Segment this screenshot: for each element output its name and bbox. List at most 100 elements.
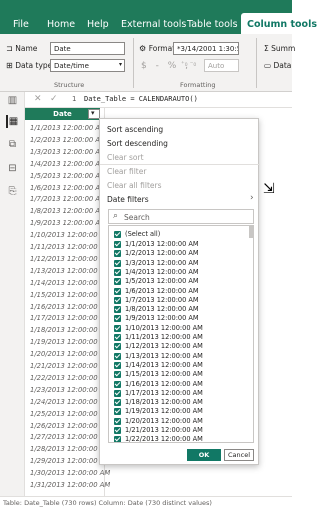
checkbox[interactable] (114, 361, 121, 369)
search-box[interactable]: ⌕ Search (108, 209, 254, 224)
formula-input[interactable]: Date_Table = CALENDARAUTO() (84, 95, 198, 103)
date-filters-item[interactable]: Date filters (107, 195, 149, 204)
tab-home[interactable]: Home (47, 19, 75, 30)
report-view-icon[interactable]: ▥ (6, 94, 19, 107)
tmdl-view-icon[interactable]: ⎘ (6, 185, 19, 198)
name-label-row: ⊐ Name (6, 44, 37, 53)
checkbox[interactable] (114, 352, 121, 360)
checkbox[interactable] (114, 324, 121, 332)
formula-line-number: 1 (72, 95, 77, 103)
column-filter-menu: Sort ascending Sort descending Clear sor… (99, 118, 260, 465)
table-row[interactable]: 1/6/2013 12:00:00 AM (30, 184, 106, 192)
data-type-dropdown[interactable]: Date/time ▾ (50, 59, 125, 72)
check-icon[interactable]: ✓ (50, 94, 58, 104)
table-row[interactable]: 1/2/2013 12:00:00 AM (30, 136, 106, 144)
menu-divider (100, 164, 260, 165)
sort-descending-item[interactable]: Sort descending (107, 139, 168, 148)
mouse-cursor-icon: ⇲ (263, 181, 275, 197)
checklist-item-label: 1/15/2013 12:00:00 AM (125, 370, 203, 379)
format-icon: ⚙ (139, 44, 149, 53)
checklist-item-label: 1/18/2013 12:00:00 AM (125, 398, 203, 407)
status-bar: Table: Date_Table (730 rows) Column: Dat… (0, 496, 292, 508)
checklist-item-label: 1/9/2013 12:00:00 AM (125, 314, 199, 323)
select-all-label: (Select all) (125, 230, 161, 238)
select-all-checkbox[interactable] (114, 231, 121, 238)
table-view-icon[interactable]: ▦ (6, 115, 19, 128)
checkbox[interactable] (114, 427, 121, 434)
checkbox[interactable] (114, 268, 121, 276)
table-row[interactable]: 1/5/2013 12:00:00 AM (30, 172, 106, 180)
value-checklist: (Select all) 1/1/2013 12:00:00 AM 1/2/201… (108, 225, 254, 443)
tab-file[interactable]: File (13, 19, 29, 30)
summarization-label: Summ (271, 44, 296, 53)
checkbox[interactable] (114, 399, 121, 407)
table-row[interactable]: 1/3/2013 12:00:00 AM (30, 148, 106, 156)
left-nav: ▥ ▦ ⧉ ⊟ ⎘ (0, 92, 25, 496)
search-icon: ⌕ (113, 211, 119, 221)
table-row[interactable]: 1/30/2013 12:00:00 AM (30, 469, 110, 477)
summarization-label-row[interactable]: Σ Summ (264, 44, 295, 53)
table-row[interactable]: 1/8/2013 12:00:00 AM (30, 207, 106, 215)
clear-all-filters-item: Clear all filters (107, 181, 162, 190)
checkbox[interactable] (114, 334, 121, 341)
table-row[interactable]: 1/31/2013 12:00:00 AM (30, 481, 110, 489)
checkbox[interactable] (114, 436, 121, 442)
table-row[interactable]: 1/7/2013 12:00:00 AM (30, 195, 106, 203)
search-input[interactable]: Search (124, 213, 150, 222)
data-type-value: Date/time (54, 62, 89, 70)
table-row[interactable]: 1/9/2013 12:00:00 AM (30, 219, 106, 227)
sort-ascending-item[interactable]: Sort ascending (107, 125, 163, 134)
decimal-places-field[interactable]: Auto (204, 59, 239, 72)
group-formatting-label: Formatting (180, 81, 216, 89)
table-row[interactable]: 1/4/2013 12:00:00 AM (30, 160, 106, 168)
column-header-label: Date (53, 110, 72, 118)
checkbox[interactable] (114, 389, 121, 397)
checkbox[interactable] (114, 296, 121, 304)
checkbox[interactable] (114, 408, 121, 416)
checklist-item-label: 1/12/2013 12:00:00 AM (125, 342, 203, 351)
cancel-button[interactable]: Cancel (224, 449, 254, 461)
checklist-scrollbar[interactable] (249, 226, 253, 238)
checkbox[interactable] (114, 259, 121, 267)
group-divider (256, 38, 257, 88)
model-view-icon[interactable]: ⧉ (6, 138, 19, 151)
checkbox[interactable] (114, 371, 121, 379)
chevron-right-icon: › (250, 193, 254, 203)
checkbox[interactable] (114, 380, 121, 388)
ribbon: ⊐ Name Date ⊞ Data type Date/time ▾ Stru… (0, 34, 295, 92)
format-value: *3/14/2001 1:30:55... (177, 45, 238, 53)
checklist-item-label: 1/11/2013 12:00:00 AM (125, 333, 203, 341)
checkbox[interactable] (114, 250, 121, 258)
tab-column-tools[interactable]: Column tools (241, 13, 320, 34)
table-row[interactable]: 1/1/2013 12:00:00 AM (30, 124, 106, 132)
checkbox[interactable] (114, 278, 121, 286)
checkbox[interactable] (114, 306, 121, 314)
data-grid: Date ▾ 1/1/2013 12:00:00 AM 1/2/2013 12:0… (25, 108, 110, 496)
tab-external-tools[interactable]: External tools (121, 19, 186, 30)
checklist-item-label: 1/1/2013 12:00:00 AM (125, 240, 199, 248)
tab-table-tools[interactable]: Table tools (187, 19, 238, 30)
checkbox[interactable] (114, 241, 121, 248)
format-dropdown[interactable]: *3/14/2001 1:30:55... (173, 42, 239, 55)
checkbox[interactable] (114, 417, 121, 425)
checklist-item-label: 1/22/2013 12:00:00 AM (125, 435, 203, 443)
close-icon[interactable]: ✕ (34, 94, 42, 104)
data-category-label-row[interactable]: ▭ Data (264, 61, 291, 70)
name-field[interactable]: Date (50, 42, 125, 55)
tab-help[interactable]: Help (87, 19, 109, 30)
chevron-down-icon: ▾ (91, 109, 95, 117)
checkbox[interactable] (114, 315, 121, 323)
ok-button[interactable]: OK (187, 449, 221, 461)
chevron-down-icon: ▾ (118, 61, 122, 68)
decimal-buttons[interactable]: ⁺₀ ⁻₀ (181, 60, 196, 68)
group-structure-label: Structure (54, 81, 85, 89)
clear-sort-item: Clear sort (107, 153, 144, 162)
checkbox[interactable] (114, 287, 121, 295)
checklist-item-label: 1/21/2013 12:00:00 AM (125, 426, 203, 434)
checklist-item-label: 1/13/2013 12:00:00 AM (125, 351, 203, 360)
ribbon-tab-bar: File Home Help External tools Table tool… (0, 0, 320, 34)
checkbox[interactable] (114, 343, 121, 351)
checklist-item-label: 1/4/2013 12:00:00 AM (125, 267, 199, 276)
dax-query-icon[interactable]: ⊟ (6, 162, 19, 175)
name-tag-icon: ⊐ (6, 44, 16, 53)
